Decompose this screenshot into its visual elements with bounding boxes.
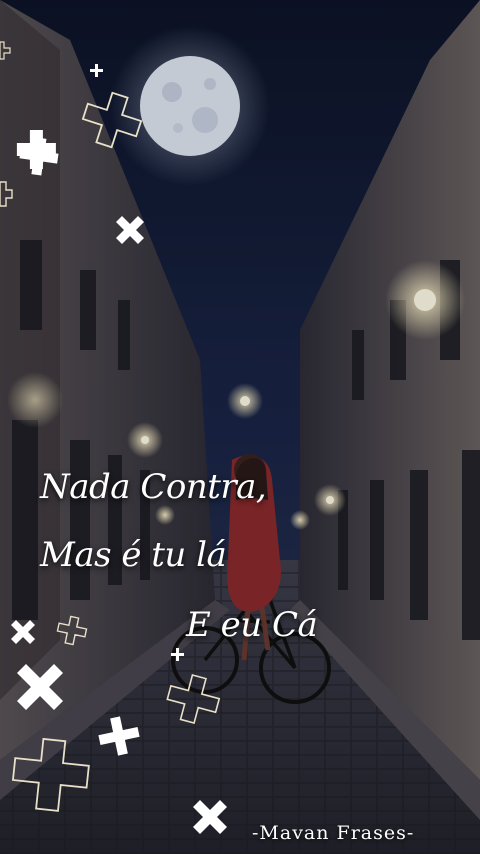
plus-icon xyxy=(171,648,184,661)
plus-icon xyxy=(90,64,103,77)
plus-icon xyxy=(0,181,13,207)
x-icon xyxy=(193,800,227,834)
quote-line-1: Nada Contra, xyxy=(40,467,267,507)
wallpaper-scene: Nada Contra, Mas é tu lá E eu Cá -Mavan … xyxy=(0,0,480,854)
plus-icon xyxy=(56,615,88,646)
x-icon xyxy=(11,620,35,644)
decorative-crosses xyxy=(0,41,227,834)
plus-icon xyxy=(166,674,221,725)
plus-icon xyxy=(81,91,143,149)
x-icon xyxy=(17,664,63,710)
author-signature: -Mavan Frases- xyxy=(252,822,415,844)
plus-icon xyxy=(98,716,140,756)
x-icon xyxy=(116,216,144,244)
plus-icon xyxy=(0,41,11,60)
plus-icon xyxy=(19,137,59,176)
plus-icon xyxy=(11,737,90,812)
quote-line-3: E eu Cá xyxy=(186,605,318,645)
quote-line-2: Mas é tu lá xyxy=(40,535,227,575)
